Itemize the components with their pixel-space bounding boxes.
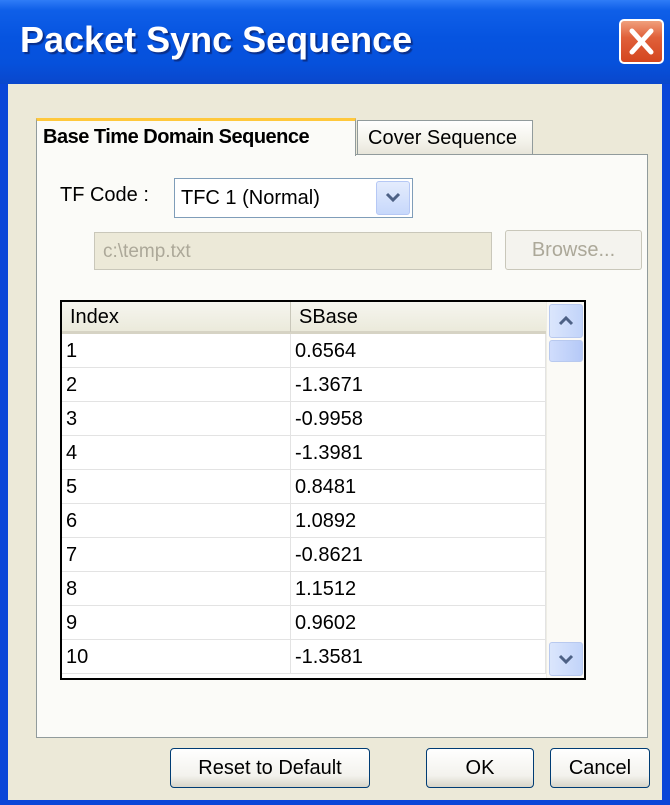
table-row[interactable]: 10 -1.3581: [62, 640, 546, 674]
index-cell[interactable]: 8: [62, 572, 291, 606]
file-path-field: c:\temp.txt: [94, 232, 492, 270]
browse-button: Browse...: [505, 230, 642, 270]
table-row[interactable]: 5 0.8481: [62, 470, 546, 504]
chevron-down-icon: [558, 654, 574, 665]
tf-code-selected-value: TFC 1 (Normal): [181, 187, 320, 209]
ok-button[interactable]: OK: [426, 748, 534, 788]
chevron-down-icon: [385, 192, 401, 203]
dropdown-arrow-button[interactable]: [376, 181, 410, 215]
table-row[interactable]: 6 1.0892: [62, 504, 546, 538]
table-header: Index SBase: [62, 302, 546, 334]
tab-base-time-domain-sequence[interactable]: Base Time Domain Sequence: [36, 118, 356, 156]
tab-cover-sequence[interactable]: Cover Sequence: [357, 120, 533, 156]
vertical-scrollbar[interactable]: [546, 302, 584, 678]
scroll-down-button[interactable]: [549, 642, 583, 676]
table-row[interactable]: 8 1.1512: [62, 572, 546, 606]
dialog-window: Packet Sync Sequence Base Time Domain Se…: [0, 0, 670, 805]
sbase-cell[interactable]: 1.0892: [291, 504, 546, 538]
table-row[interactable]: 1 0.6564: [62, 334, 546, 368]
index-cell[interactable]: 2: [62, 368, 291, 402]
sequence-table: Index SBase 1 0.6564 2 -1.3671 3 -0.9958…: [60, 300, 586, 680]
sbase-cell[interactable]: 0.6564: [291, 334, 546, 368]
close-icon: [629, 28, 654, 55]
column-header-sbase[interactable]: SBase: [291, 302, 546, 332]
index-cell[interactable]: 1: [62, 334, 291, 368]
index-cell[interactable]: 6: [62, 504, 291, 538]
cancel-button[interactable]: Cancel: [550, 748, 650, 788]
table-row[interactable]: 4 -1.3981: [62, 436, 546, 470]
index-cell[interactable]: 5: [62, 470, 291, 504]
title-bar[interactable]: Packet Sync Sequence: [0, 0, 670, 84]
index-cell[interactable]: 10: [62, 640, 291, 674]
index-cell[interactable]: 3: [62, 402, 291, 436]
index-cell[interactable]: 4: [62, 436, 291, 470]
dialog-client-area: Base Time Domain Sequence Cover Sequence…: [8, 84, 662, 800]
sbase-cell[interactable]: -0.8621: [291, 538, 546, 572]
table-row[interactable]: 2 -1.3671: [62, 368, 546, 402]
sbase-cell[interactable]: 1.1512: [291, 572, 546, 606]
sbase-cell[interactable]: -1.3671: [291, 368, 546, 402]
window-title: Packet Sync Sequence: [20, 19, 413, 60]
column-header-index[interactable]: Index: [62, 302, 291, 332]
close-button[interactable]: [619, 19, 664, 64]
sbase-cell[interactable]: 0.9602: [291, 606, 546, 640]
scroll-up-button[interactable]: [549, 304, 583, 338]
chevron-up-icon: [558, 315, 574, 326]
table-row[interactable]: 7 -0.8621: [62, 538, 546, 572]
file-path-value: c:\temp.txt: [103, 241, 191, 262]
sbase-cell[interactable]: -1.3981: [291, 436, 546, 470]
reset-to-default-button[interactable]: Reset to Default: [170, 748, 370, 788]
tf-code-label: TF Code :: [60, 184, 149, 206]
scroll-thumb[interactable]: [549, 340, 583, 362]
sbase-cell[interactable]: -0.9958: [291, 402, 546, 436]
sbase-cell[interactable]: -1.3581: [291, 640, 546, 674]
table-row[interactable]: 9 0.9602: [62, 606, 546, 640]
index-cell[interactable]: 7: [62, 538, 291, 572]
index-cell[interactable]: 9: [62, 606, 291, 640]
table-row[interactable]: 3 -0.9958: [62, 402, 546, 436]
sbase-cell[interactable]: 0.8481: [291, 470, 546, 504]
tf-code-dropdown[interactable]: TFC 1 (Normal): [174, 178, 413, 218]
table-body: 1 0.6564 2 -1.3671 3 -0.9958 4 -1.3981 5: [62, 334, 546, 674]
